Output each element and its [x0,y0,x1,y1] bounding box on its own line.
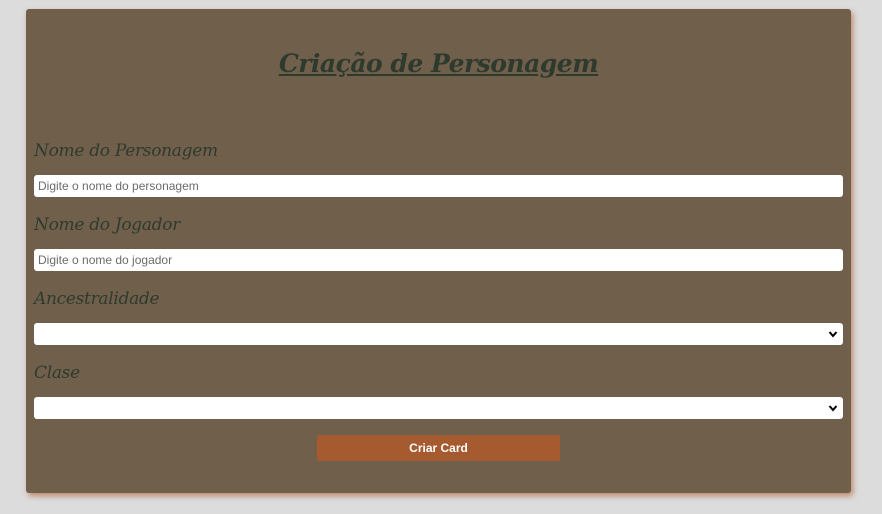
page-title: Criação de Personagem [278,49,599,78]
chevron-down-icon [828,331,838,338]
character-name-label: Nome do Personagem [34,141,218,161]
character-name-input[interactable] [34,175,843,197]
create-card-button[interactable]: Criar Card [317,435,560,461]
player-name-label: Nome do Jogador [34,215,181,235]
character-creation-card: Criação de Personagem Nome do Personagem… [26,9,851,493]
ancestry-select[interactable] [34,323,843,345]
class-select[interactable] [34,397,843,419]
ancestry-label: Ancestralidade [34,289,160,309]
chevron-down-icon [828,405,838,412]
class-label: Clase [34,363,80,383]
player-name-input[interactable] [34,249,843,271]
